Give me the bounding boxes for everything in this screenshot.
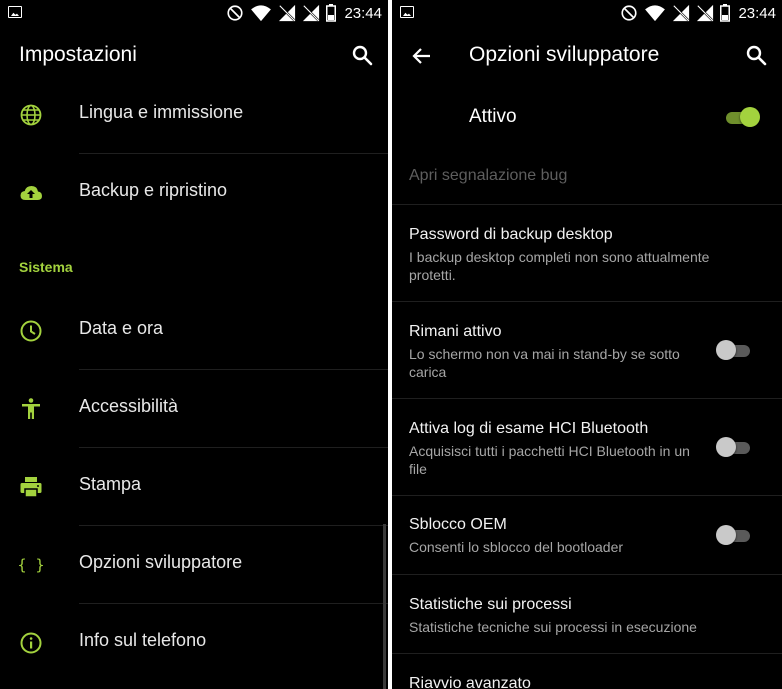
dev-item-advanced-reboot[interactable]: Riavvio avanzato bbox=[392, 654, 782, 689]
dev-item-title: Attiva log di esame HCI Bluetooth bbox=[409, 420, 649, 437]
app-bar: Opzioni sviluppatore bbox=[392, 26, 782, 86]
page-title: Opzioni sviluppatore bbox=[469, 43, 660, 66]
developer-options-screen: 23:44 Opzioni sviluppatore Attivo Apri s… bbox=[392, 0, 782, 689]
braces-icon: { } bbox=[19, 556, 43, 574]
settings-item-label: Data e ora bbox=[79, 318, 164, 338]
oem-unlock-toggle[interactable] bbox=[716, 524, 754, 546]
dev-item-bug-report[interactable]: Apri segnalazione bug bbox=[392, 148, 782, 204]
do-not-disturb-icon bbox=[227, 5, 244, 21]
globe-icon bbox=[20, 104, 42, 126]
bluetooth-hci-toggle[interactable] bbox=[716, 436, 754, 458]
dev-item-subtitle: I backup desktop completi non sono attua… bbox=[409, 249, 710, 283]
dev-item-title: Rimani attivo bbox=[409, 323, 502, 340]
printer-icon bbox=[20, 477, 42, 498]
back-arrow-icon[interactable] bbox=[410, 44, 434, 68]
stay-awake-toggle[interactable] bbox=[716, 339, 754, 361]
wifi-icon bbox=[645, 5, 666, 22]
settings-item-date-time[interactable]: Data e ora bbox=[0, 292, 388, 370]
dev-item-subtitle: Lo schermo non va mai in stand-by se sot… bbox=[409, 346, 680, 380]
section-header-sistema: Sistema bbox=[19, 259, 73, 275]
master-switch-row[interactable]: Attivo bbox=[392, 86, 782, 148]
cloud-upload-icon bbox=[20, 186, 42, 200]
master-switch-label: Attivo bbox=[469, 106, 517, 127]
status-bar: 23:44 bbox=[0, 0, 388, 26]
settings-item-label: Accessibilità bbox=[79, 396, 179, 416]
settings-screen: 23:44 Impostazioni Lingua e immissione B… bbox=[0, 0, 388, 689]
dev-item-title: Password di backup desktop bbox=[409, 226, 613, 243]
dev-item-oem-unlock[interactable]: Sblocco OEM Consenti lo sblocco del boot… bbox=[392, 496, 782, 574]
settings-item-accessibility[interactable]: Accessibilità bbox=[0, 370, 388, 448]
battery-icon bbox=[720, 4, 731, 22]
settings-item-label: Opzioni sviluppatore bbox=[79, 552, 243, 572]
clock-time: 23:44 bbox=[344, 4, 382, 22]
no-signal-icon bbox=[303, 4, 320, 22]
dev-item-bluetooth-hci-log[interactable]: Attiva log di esame HCI Bluetooth Acquis… bbox=[392, 399, 782, 495]
dev-item-title: Sblocco OEM bbox=[409, 516, 507, 533]
wifi-icon bbox=[251, 5, 272, 22]
settings-item-label: Info sul telefono bbox=[79, 630, 207, 650]
settings-item-about-phone[interactable]: Info sul telefono bbox=[0, 604, 388, 682]
clock-icon bbox=[20, 320, 42, 342]
dev-item-title: Riavvio avanzato bbox=[409, 675, 531, 689]
image-icon bbox=[8, 6, 22, 18]
no-signal-icon bbox=[673, 4, 690, 22]
dev-item-subtitle: Statistiche tecniche sui processi in ese… bbox=[409, 619, 697, 635]
dev-item-stay-awake[interactable]: Rimani attivo Lo schermo non va mai in s… bbox=[392, 302, 782, 398]
settings-item-language[interactable]: Lingua e immissione bbox=[0, 76, 388, 154]
dev-item-process-stats[interactable]: Statistiche sui processi Statistiche tec… bbox=[392, 575, 782, 653]
dev-item-subtitle: Acquisisci tutti i pacchetti HCI Bluetoo… bbox=[409, 443, 690, 477]
settings-item-backup[interactable]: Backup e ripristino bbox=[0, 154, 388, 232]
scrollbar[interactable] bbox=[383, 524, 386, 689]
image-icon bbox=[400, 6, 414, 18]
accessibility-icon bbox=[22, 398, 40, 419]
dev-item-subtitle: Consenti lo sblocco del bootloader bbox=[409, 539, 624, 555]
search-icon[interactable] bbox=[744, 43, 768, 67]
dev-item-title: Statistiche sui processi bbox=[409, 596, 572, 613]
settings-item-label: Backup e ripristino bbox=[79, 180, 228, 200]
settings-item-print[interactable]: Stampa bbox=[0, 448, 388, 526]
no-signal-icon bbox=[697, 4, 714, 22]
svg-text:{ }: { } bbox=[19, 556, 43, 574]
settings-item-label: Lingua e immissione bbox=[79, 102, 244, 122]
search-icon[interactable] bbox=[350, 43, 374, 67]
settings-item-developer-options[interactable]: { } Opzioni sviluppatore bbox=[0, 526, 388, 604]
settings-item-label: Stampa bbox=[79, 474, 142, 494]
status-bar: 23:44 bbox=[392, 0, 782, 26]
page-title: Impostazioni bbox=[19, 43, 137, 66]
dev-item-title: Apri segnalazione bug bbox=[409, 167, 568, 184]
clock-time: 23:44 bbox=[738, 4, 776, 22]
dev-item-backup-password[interactable]: Password di backup desktop I backup desk… bbox=[392, 205, 782, 301]
do-not-disturb-icon bbox=[621, 5, 638, 21]
info-icon bbox=[20, 632, 42, 654]
master-switch-toggle[interactable] bbox=[722, 106, 760, 128]
no-signal-icon bbox=[279, 4, 296, 22]
battery-icon bbox=[326, 4, 337, 22]
